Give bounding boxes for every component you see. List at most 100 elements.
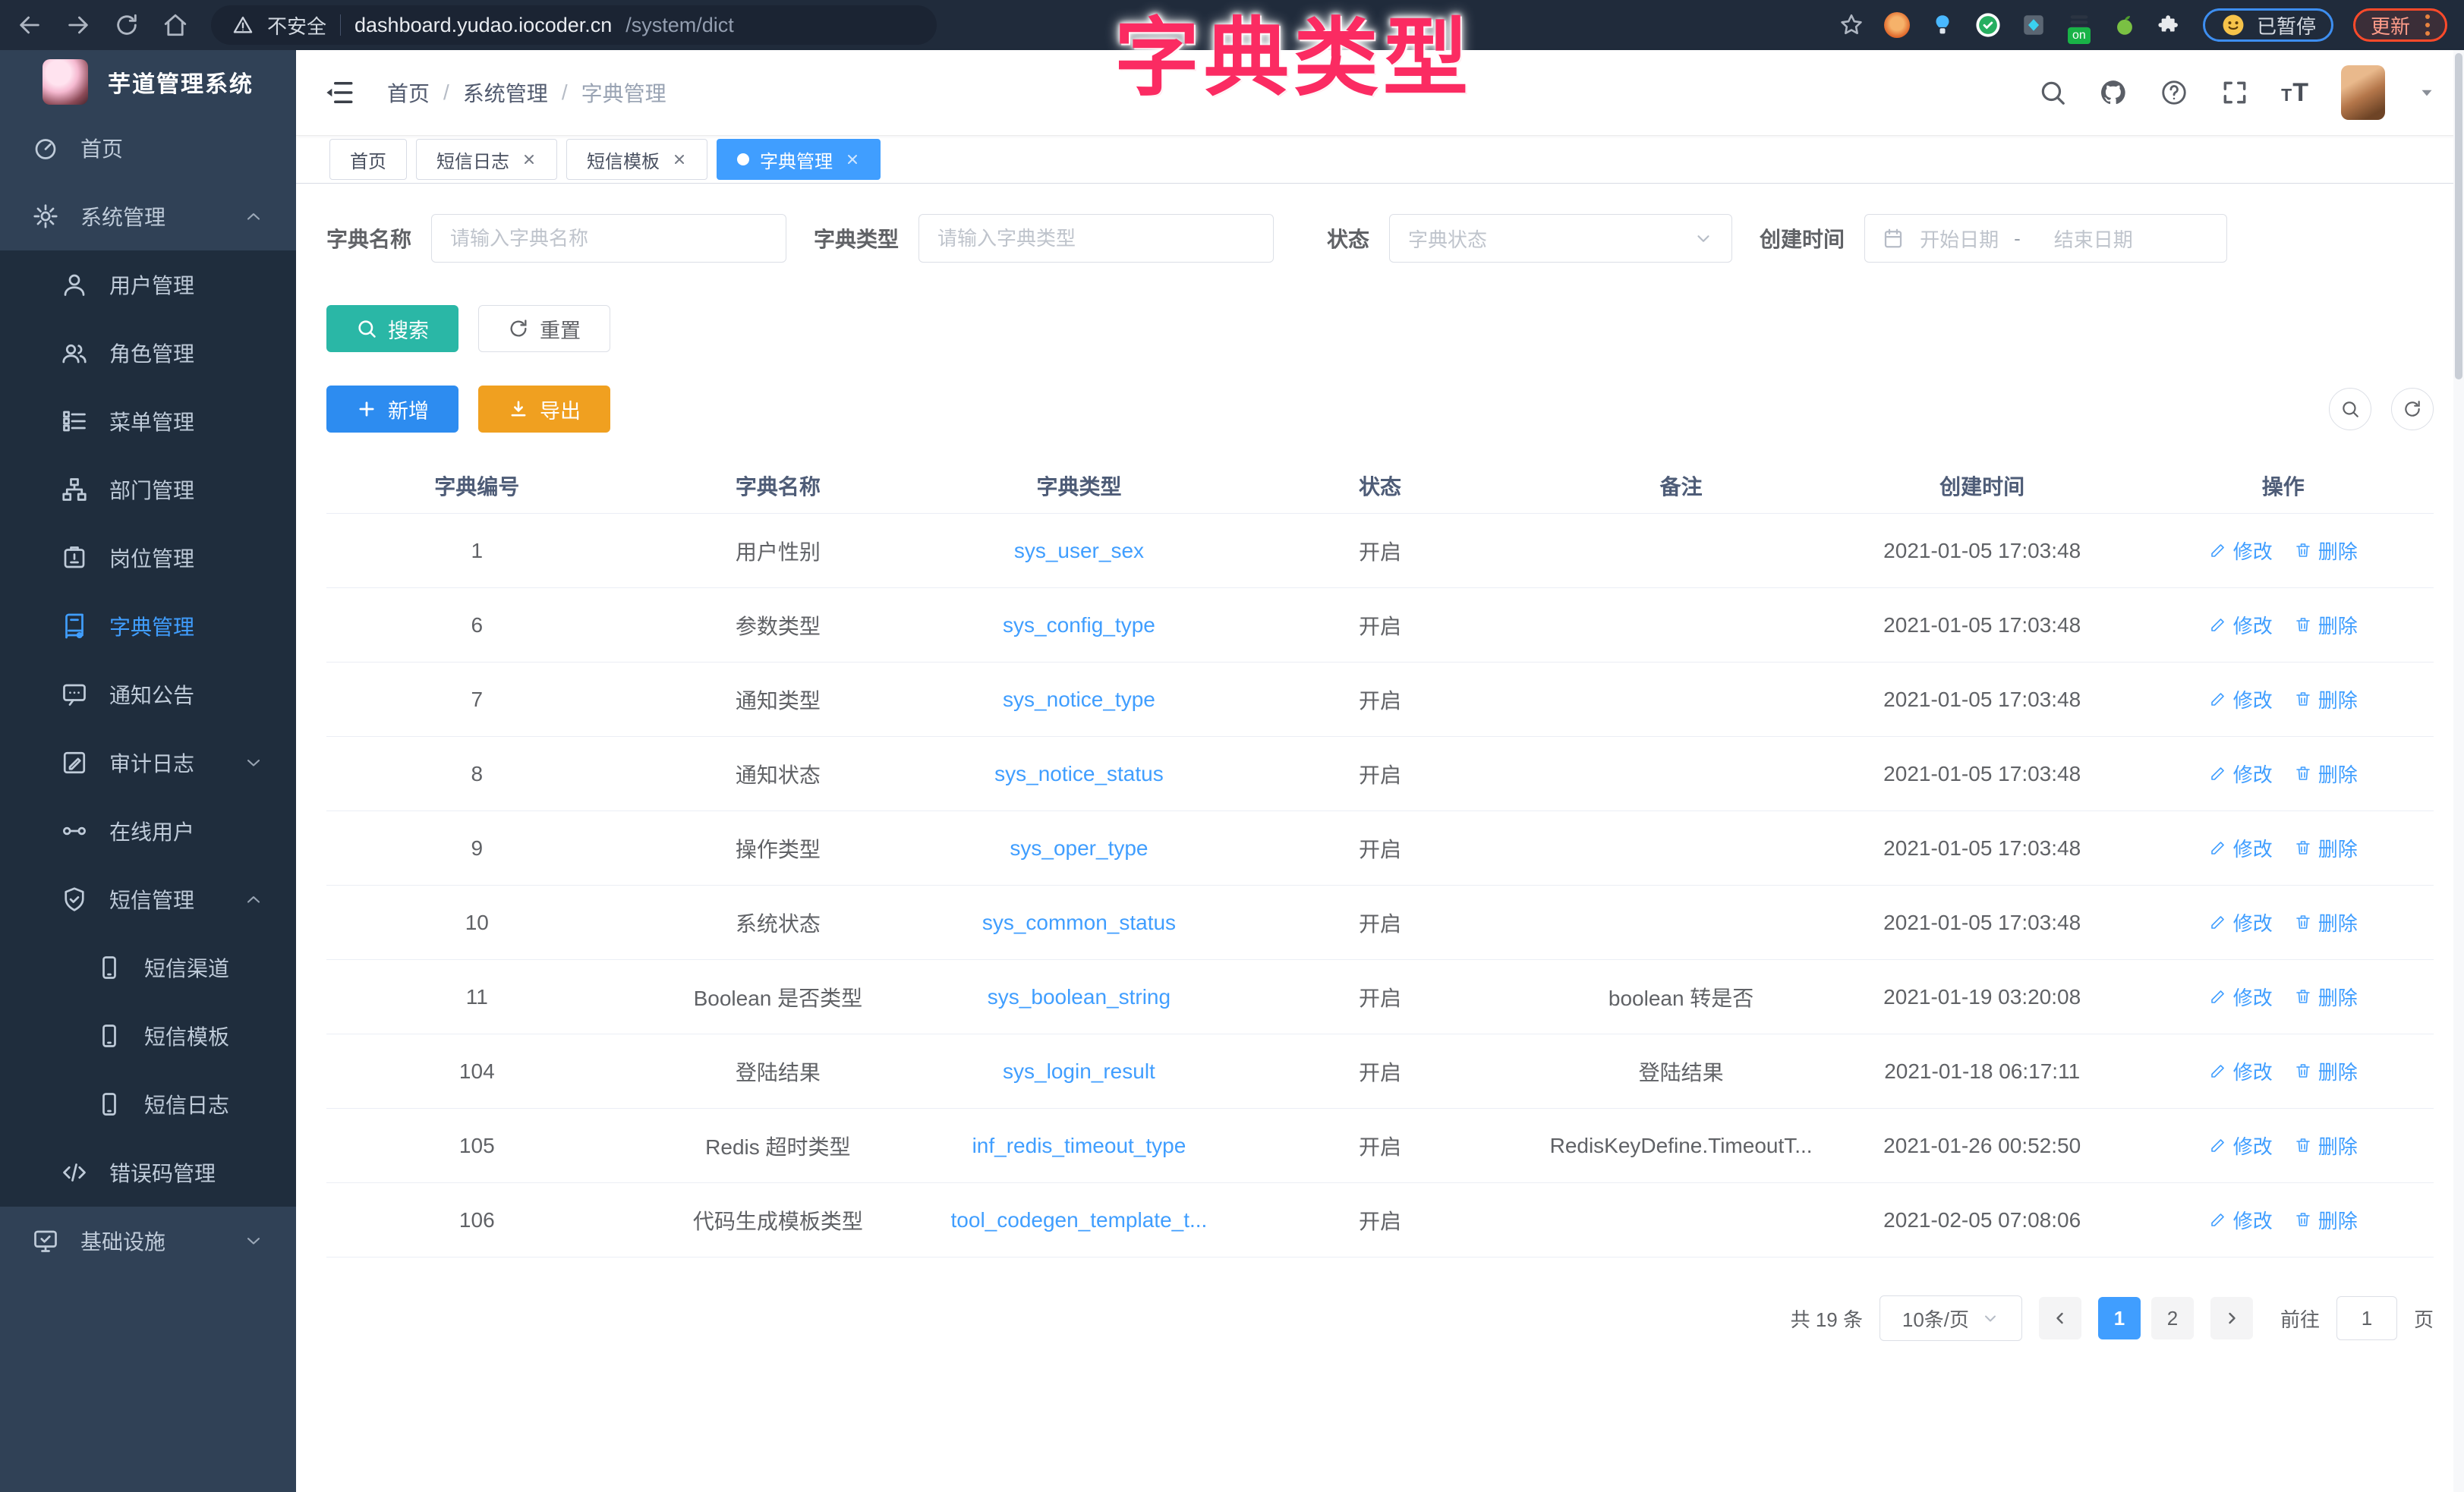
delete-link[interactable]: 删除 bbox=[2294, 1132, 2358, 1160]
edit-link[interactable]: 修改 bbox=[2209, 1206, 2273, 1234]
address-bar[interactable]: 不安全 dashboard.yudao.iocoder.cn /system/d… bbox=[211, 5, 937, 45]
delete-link[interactable]: 删除 bbox=[2294, 685, 2358, 713]
edit-link[interactable]: 修改 bbox=[2209, 1057, 2273, 1085]
dict-name-input[interactable] bbox=[431, 214, 786, 263]
sidebar-item-home[interactable]: 首页 bbox=[0, 114, 296, 182]
users-icon bbox=[61, 339, 88, 367]
sidebar-item-sms-template[interactable]: 短信模板 bbox=[0, 1002, 296, 1070]
export-button[interactable]: 导出 bbox=[478, 386, 610, 433]
update-badge[interactable]: 更新 bbox=[2353, 8, 2447, 42]
delete-link[interactable]: 删除 bbox=[2294, 537, 2358, 565]
sidebar-item-sms[interactable]: 短信管理 bbox=[0, 865, 296, 933]
user-avatar[interactable] bbox=[2341, 65, 2385, 120]
delete-link[interactable]: 删除 bbox=[2294, 760, 2358, 788]
add-button[interactable]: 新增 bbox=[326, 386, 458, 433]
browser-menu-icon[interactable] bbox=[2425, 14, 2430, 36]
sidebar-item-dept[interactable]: 部门管理 bbox=[0, 455, 296, 524]
profile-paused-badge[interactable]: 已暂停 bbox=[2203, 8, 2333, 42]
dict-type-link[interactable]: sys_user_sex bbox=[1014, 539, 1144, 562]
url-path[interactable]: /system/dict bbox=[625, 14, 734, 37]
edit-link[interactable]: 修改 bbox=[2209, 908, 2273, 936]
sidebar-item-user[interactable]: 用户管理 bbox=[0, 250, 296, 319]
sidebar-item-sms-log[interactable]: 短信日志 bbox=[0, 1070, 296, 1138]
reload-icon[interactable] bbox=[114, 12, 140, 38]
security-label[interactable]: 不安全 bbox=[267, 11, 326, 39]
search-button[interactable]: 搜索 bbox=[326, 305, 458, 352]
user-caret-down-icon[interactable] bbox=[2417, 83, 2437, 102]
delete-link[interactable]: 删除 bbox=[2294, 983, 2358, 1011]
show-search-toggle-button[interactable] bbox=[2329, 388, 2371, 430]
sidebar-item-dict[interactable]: 字典管理 bbox=[0, 592, 296, 660]
back-icon[interactable] bbox=[17, 12, 43, 38]
dict-type-link[interactable]: sys_login_result bbox=[1003, 1059, 1155, 1083]
delete-link[interactable]: 删除 bbox=[2294, 1206, 2358, 1234]
sidebar-item-system[interactable]: 系统管理 bbox=[0, 182, 296, 250]
delete-link[interactable]: 删除 bbox=[2294, 834, 2358, 862]
edit-link[interactable]: 修改 bbox=[2209, 983, 2273, 1011]
sidebar-item-errcode[interactable]: 错误码管理 bbox=[0, 1138, 296, 1207]
edit-link[interactable]: 修改 bbox=[2209, 760, 2273, 788]
edit-link[interactable]: 修改 bbox=[2209, 611, 2273, 639]
tab-短信模板[interactable]: 短信模板 bbox=[566, 139, 707, 180]
dict-type-link[interactable]: tool_codegen_template_t... bbox=[951, 1208, 1208, 1232]
delete-link[interactable]: 删除 bbox=[2294, 1057, 2358, 1085]
breadcrumb-home[interactable]: 首页 bbox=[387, 77, 430, 108]
sidebar-item-notice[interactable]: 通知公告 bbox=[0, 660, 296, 729]
edit-link[interactable]: 修改 bbox=[2209, 1132, 2273, 1160]
page-scrollbar[interactable] bbox=[2453, 50, 2464, 1492]
edit-link[interactable]: 修改 bbox=[2209, 537, 2273, 565]
refresh-table-button[interactable] bbox=[2391, 388, 2434, 430]
dict-type-link[interactable]: sys_oper_type bbox=[1010, 836, 1148, 860]
extension-orange-icon[interactable] bbox=[1884, 12, 1910, 38]
sidebar-item-sms-channel[interactable]: 短信渠道 bbox=[0, 933, 296, 1002]
dict-type-link[interactable]: inf_redis_timeout_type bbox=[972, 1134, 1186, 1157]
forward-icon[interactable] bbox=[65, 12, 91, 38]
home-icon[interactable] bbox=[162, 12, 188, 38]
page-button-2[interactable]: 2 bbox=[2151, 1297, 2194, 1339]
edit-link[interactable]: 修改 bbox=[2209, 834, 2273, 862]
sidebar-item-label: 部门管理 bbox=[109, 474, 194, 505]
status-select[interactable]: 字典状态 bbox=[1389, 214, 1732, 263]
prev-page-button[interactable] bbox=[2039, 1297, 2081, 1339]
extension-diamond-icon[interactable] bbox=[2021, 12, 2047, 38]
reset-button[interactable]: 重置 bbox=[478, 305, 610, 352]
fullscreen-icon[interactable] bbox=[2220, 78, 2249, 107]
extension-leaf-icon[interactable] bbox=[2112, 12, 2138, 38]
collapse-sidebar-icon[interactable] bbox=[323, 77, 355, 109]
dict-type-input[interactable] bbox=[918, 214, 1274, 263]
extension-green-circle-icon[interactable] bbox=[1975, 12, 2001, 38]
sidebar-item-online[interactable]: 在线用户 bbox=[0, 797, 296, 865]
dict-type-link[interactable]: sys_common_status bbox=[982, 911, 1176, 934]
scrollbar-thumb[interactable] bbox=[2455, 53, 2462, 379]
extension-proxy-on-icon[interactable]: on bbox=[2066, 12, 2092, 38]
dict-type-link[interactable]: sys_notice_status bbox=[994, 762, 1164, 785]
tab-字典管理[interactable]: 字典管理 bbox=[717, 139, 881, 180]
page-button-1[interactable]: 1 bbox=[2098, 1297, 2141, 1339]
bookmark-star-icon[interactable] bbox=[1839, 12, 1864, 38]
tab-短信日志[interactable]: 短信日志 bbox=[416, 139, 557, 180]
dict-type-link[interactable]: sys_boolean_string bbox=[988, 985, 1171, 1009]
date-range-picker[interactable]: 开始日期 - 结束日期 bbox=[1864, 214, 2227, 263]
sidebar-item-menu[interactable]: 菜单管理 bbox=[0, 387, 296, 455]
delete-link[interactable]: 删除 bbox=[2294, 908, 2358, 936]
extension-lamp-icon[interactable] bbox=[1930, 12, 1955, 38]
breadcrumb-system[interactable]: 系统管理 bbox=[463, 77, 548, 108]
next-page-button[interactable] bbox=[2210, 1297, 2253, 1339]
header-search-icon[interactable] bbox=[2038, 78, 2067, 107]
dict-type-link[interactable]: sys_notice_type bbox=[1003, 688, 1155, 711]
sidebar-item-infra[interactable]: 基础设施 bbox=[0, 1207, 296, 1275]
page-size-select[interactable]: 10条/页 bbox=[1880, 1295, 2022, 1341]
sidebar-item-post[interactable]: 岗位管理 bbox=[0, 524, 296, 592]
font-size-icon[interactable]: TT bbox=[2281, 78, 2309, 108]
goto-page-input[interactable] bbox=[2336, 1296, 2397, 1340]
sidebar-item-role[interactable]: 角色管理 bbox=[0, 319, 296, 387]
help-icon[interactable] bbox=[2160, 78, 2188, 107]
delete-link[interactable]: 删除 bbox=[2294, 611, 2358, 639]
edit-link[interactable]: 修改 bbox=[2209, 685, 2273, 713]
github-icon[interactable] bbox=[2099, 78, 2128, 107]
url-host[interactable]: dashboard.yudao.iocoder.cn bbox=[354, 14, 612, 37]
extensions-puzzle-icon[interactable] bbox=[2157, 12, 2183, 38]
tab-首页[interactable]: 首页 bbox=[329, 139, 407, 180]
sidebar-item-audit[interactable]: 审计日志 bbox=[0, 729, 296, 797]
dict-type-link[interactable]: sys_config_type bbox=[1003, 613, 1155, 637]
